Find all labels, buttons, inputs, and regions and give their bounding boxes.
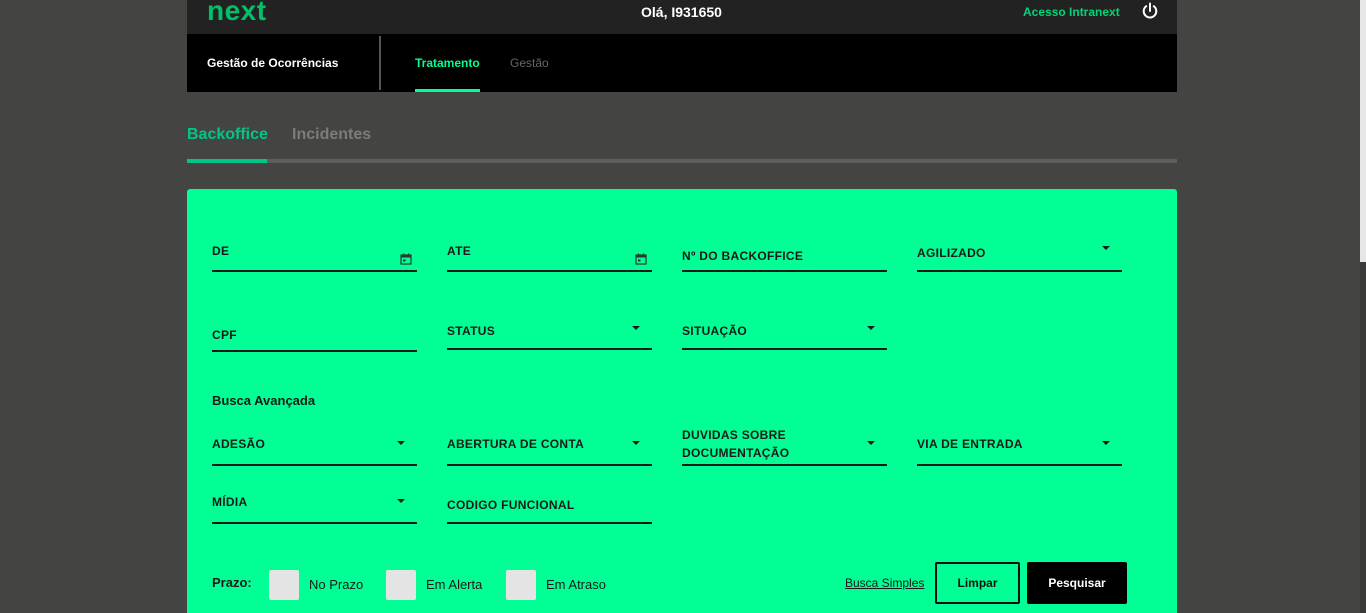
nav-bar: Gestão de Ocorrências Tratamento Gestão: [187, 34, 1177, 92]
tab-gestao[interactable]: Gestão: [510, 56, 549, 70]
checkbox-em-atraso[interactable]: [506, 570, 536, 600]
chevron-down-icon: [867, 326, 875, 330]
status-select[interactable]: STATUS: [447, 320, 652, 350]
search-panel: DE ATE Nº DO BACKOFFICE AGILIZADO CPF ST…: [187, 189, 1177, 613]
advanced-search-title: Busca Avançada: [212, 393, 316, 408]
chevron-down-icon: [867, 441, 875, 445]
chevron-down-icon: [1102, 246, 1110, 250]
adesao-select[interactable]: ADESÃO: [212, 429, 417, 466]
ate-label: ATE: [447, 244, 472, 258]
scrollbar-thumb[interactable]: [1360, 0, 1366, 262]
duvidas-documentacao-label: DUVIDAS SOBRE DOCUMENTAÇÃO: [682, 428, 790, 460]
chevron-down-icon: [632, 441, 640, 445]
abertura-conta-label: ABERTURA DE CONTA: [447, 437, 585, 451]
subtab-backoffice[interactable]: Backoffice: [187, 126, 268, 144]
situacao-select[interactable]: SITUAÇÃO: [682, 320, 887, 350]
via-entrada-select[interactable]: VIA DE ENTRADA: [917, 429, 1122, 466]
abertura-conta-select[interactable]: ABERTURA DE CONTA: [447, 429, 652, 466]
checkbox-no-prazo[interactable]: [269, 570, 299, 600]
via-entrada-label: VIA DE ENTRADA: [917, 437, 1023, 451]
limpar-button[interactable]: Limpar: [935, 562, 1020, 604]
nav-divider: [379, 36, 381, 90]
agilizado-select[interactable]: AGILIZADO: [917, 242, 1122, 272]
intranext-link[interactable]: Acesso Intranext: [1023, 5, 1120, 19]
situacao-label: SITUAÇÃO: [682, 324, 748, 338]
de-date-field[interactable]: DE: [212, 242, 417, 272]
checkbox-em-alerta[interactable]: [386, 570, 416, 600]
calendar-icon[interactable]: [635, 253, 647, 265]
user-greeting: Olá, I931650: [641, 4, 722, 20]
chevron-down-icon: [1102, 441, 1110, 445]
codigo-funcional-label: CODIGO FUNCIONAL: [447, 498, 575, 512]
chevron-down-icon: [632, 326, 640, 330]
subtab-incidentes[interactable]: Incidentes: [292, 126, 371, 144]
tab-tratamento[interactable]: Tratamento: [415, 56, 480, 70]
nav-section-title: Gestão de Ocorrências: [207, 56, 339, 70]
chevron-down-icon: [397, 441, 405, 445]
prazo-label: Prazo:: [212, 575, 252, 590]
chevron-down-icon: [397, 499, 405, 503]
no-prazo-label[interactable]: No Prazo: [309, 577, 363, 592]
backoffice-number-label: Nº DO BACKOFFICE: [682, 249, 804, 263]
status-label: STATUS: [447, 324, 496, 338]
agilizado-label: AGILIZADO: [917, 246, 986, 260]
midia-label: MÍDIA: [212, 495, 248, 509]
subtabs: Backoffice Incidentes: [187, 126, 1177, 164]
calendar-icon[interactable]: [400, 253, 412, 265]
logo[interactable]: next: [207, 0, 267, 27]
subtab-active-indicator: [187, 159, 267, 163]
busca-simples-link[interactable]: Busca Simples: [845, 576, 924, 590]
em-alerta-label[interactable]: Em Alerta: [426, 577, 482, 592]
midia-select[interactable]: MÍDIA: [212, 489, 417, 524]
ate-date-field[interactable]: ATE: [447, 242, 652, 272]
tab-active-indicator: [415, 89, 480, 92]
duvidas-documentacao-select[interactable]: DUVIDAS SOBRE DOCUMENTAÇÃO: [682, 428, 887, 466]
power-icon[interactable]: [1140, 1, 1160, 21]
codigo-funcional-field[interactable]: CODIGO FUNCIONAL: [447, 489, 652, 524]
pesquisar-button[interactable]: Pesquisar: [1027, 562, 1127, 604]
subtabs-divider: [187, 159, 1177, 163]
de-label: DE: [212, 244, 230, 258]
backoffice-number-field[interactable]: Nº DO BACKOFFICE: [682, 242, 887, 272]
em-atraso-label[interactable]: Em Atraso: [546, 577, 606, 592]
top-bar: next Olá, I931650 Acesso Intranext: [187, 0, 1177, 34]
cpf-field[interactable]: CPF: [212, 322, 417, 352]
adesao-label: ADESÃO: [212, 437, 266, 451]
cpf-label: CPF: [212, 328, 237, 342]
